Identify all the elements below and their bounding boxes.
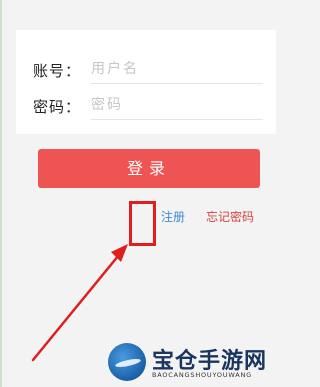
username-label: 账号：	[33, 62, 82, 80]
left-edge-strip	[0, 0, 2, 387]
annotation-arrow-head	[111, 244, 128, 262]
login-form-card: 账号： 密码：	[16, 30, 276, 134]
watermark-subtitle: BAOCANGSHOUYOUWANG	[152, 371, 252, 379]
password-row: 密码：	[16, 88, 276, 124]
username-underline	[91, 83, 263, 84]
login-button[interactable]: 登录	[38, 149, 260, 188]
site-watermark: 宝仓手游网 BAOCANGSHOUYOUWANG	[108, 343, 278, 383]
password-label: 密码：	[33, 98, 82, 116]
watermark-logo-icon	[108, 343, 146, 381]
password-input[interactable]	[91, 92, 261, 118]
annotation-highlight-box	[129, 201, 156, 246]
username-input[interactable]	[91, 56, 261, 82]
register-link[interactable]: 注册	[161, 208, 185, 225]
password-underline	[91, 119, 263, 120]
forgot-password-link[interactable]: 忘记密码	[206, 208, 254, 225]
username-row: 账号：	[16, 52, 276, 88]
